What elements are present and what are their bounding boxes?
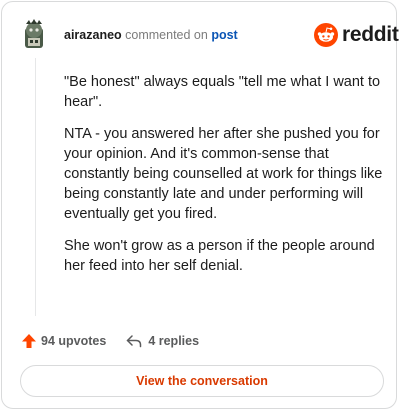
comment-body: "Be honest" always equals "tell me what … — [64, 72, 384, 288]
comment-actions: 94 upvotes 4 replies — [21, 332, 199, 350]
comment-paragraph: NTA - you answered her after she pushed … — [64, 126, 383, 222]
upvote-button[interactable]: 94 upvotes — [21, 333, 106, 349]
upvotes-count: 94 upvotes — [41, 334, 107, 348]
replies-count: 4 replies — [148, 334, 200, 348]
upvote-arrow-icon — [22, 334, 36, 348]
commented-on-text: commented on — [125, 28, 208, 42]
replies-button[interactable]: 4 replies — [126, 334, 199, 348]
user-avatar[interactable] — [21, 18, 47, 50]
reddit-snoo-icon — [314, 23, 338, 47]
username-link[interactable]: airazaneo — [64, 28, 122, 42]
comment-header: airazaneo commented on post — [64, 27, 238, 43]
reddit-wordmark: reddit — [342, 23, 399, 46]
thread-line — [35, 58, 36, 316]
reply-arrow-icon — [127, 335, 142, 348]
comment-paragraph: "Be honest" always equals "tell me what … — [64, 74, 381, 110]
avatar-icon — [25, 19, 43, 48]
comment-paragraph: She won't grow as a person if the people… — [64, 238, 375, 274]
view-conversation-button[interactable]: View the conversation — [20, 365, 384, 397]
reddit-logo[interactable]: reddit — [314, 22, 399, 48]
comment-embed-card: airazaneo commented on post reddit "Be h… — [1, 1, 399, 409]
post-link[interactable]: post — [211, 28, 237, 42]
